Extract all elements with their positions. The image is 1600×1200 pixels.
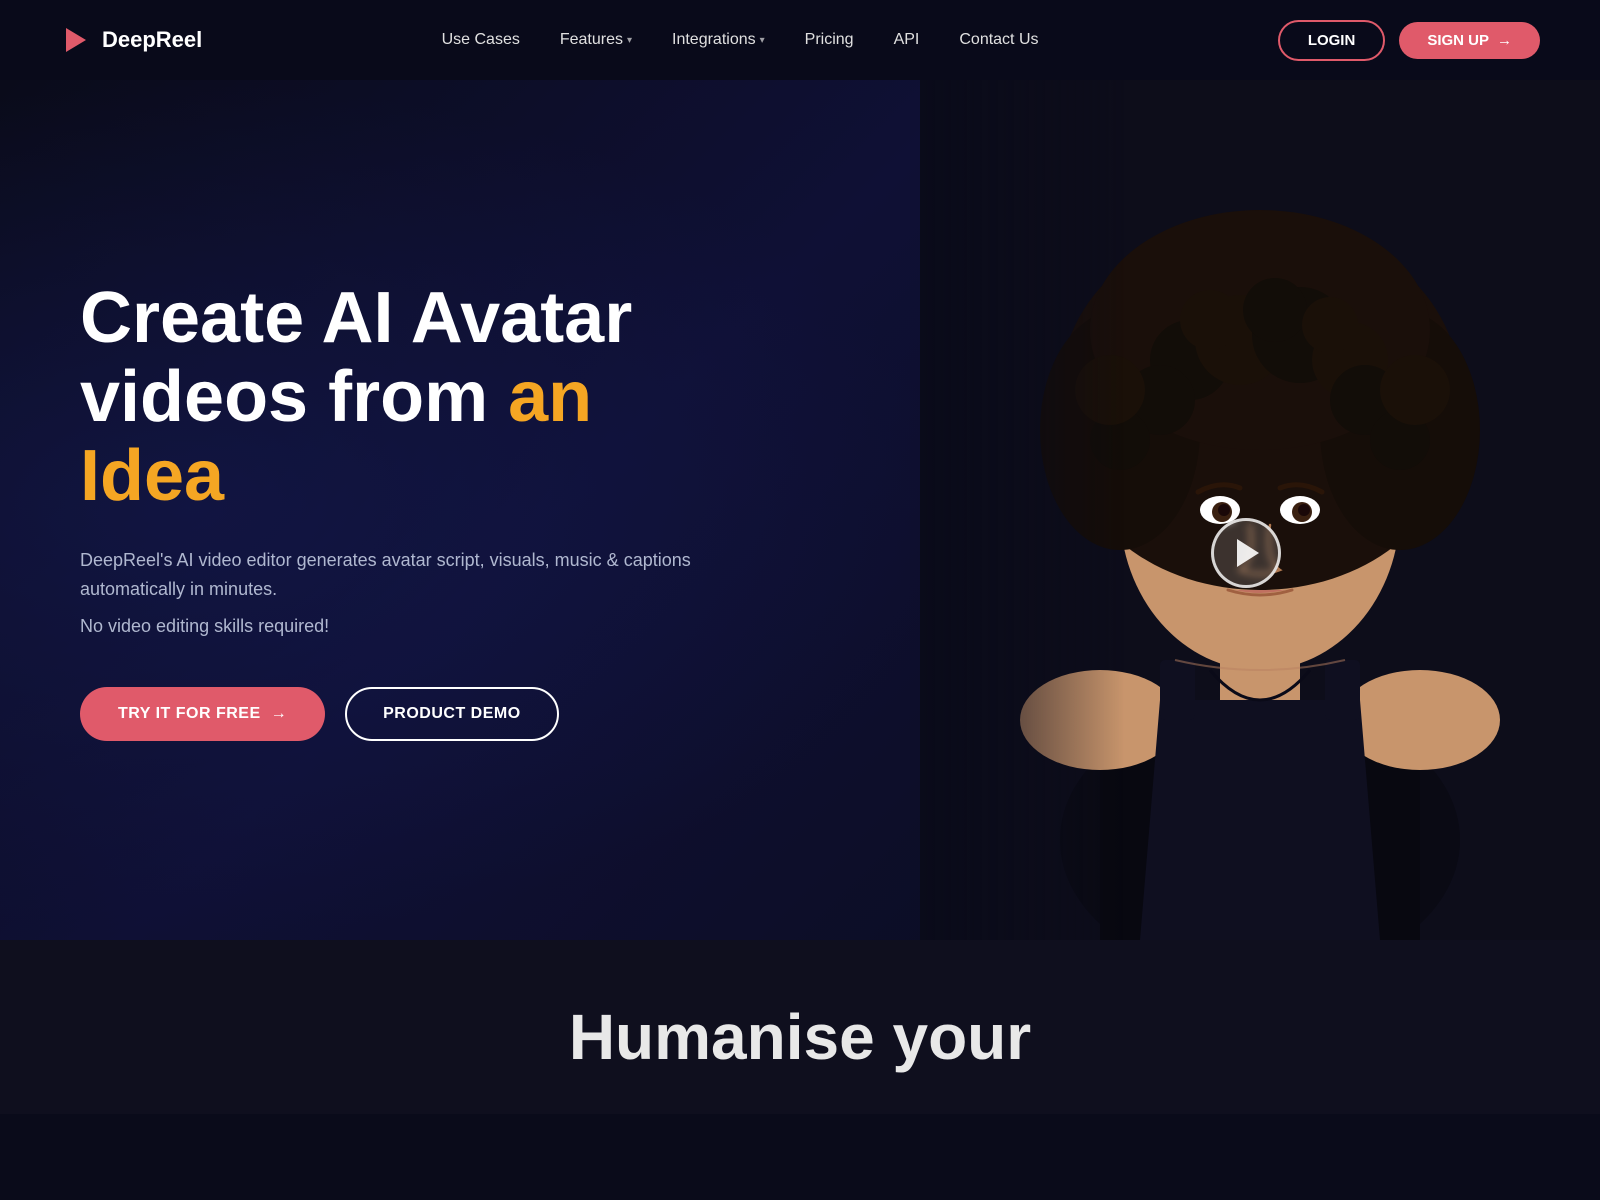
signup-arrow-icon: → <box>1497 32 1512 49</box>
hero-content: Create AI Avatar videos from an Idea Dee… <box>80 279 740 741</box>
hero-description: DeepReel's AI video editor generates ava… <box>80 546 740 604</box>
features-chevron-icon: ▾ <box>627 35 632 46</box>
logo[interactable]: DeepReel <box>60 24 202 56</box>
nav-item-pricing[interactable]: Pricing <box>805 31 854 49</box>
hero-subtext: No video editing skills required! <box>80 616 740 637</box>
try-free-button[interactable]: TRY IT FOR FREE → <box>80 687 325 741</box>
nav-actions: LOGIN SIGN UP → <box>1278 20 1540 61</box>
nav-item-integrations[interactable]: Integrations ▾ <box>672 31 765 49</box>
login-button[interactable]: LOGIN <box>1278 20 1386 61</box>
bottom-section: Humanise your <box>0 940 1600 1114</box>
brand-name: DeepReel <box>102 27 202 53</box>
play-button[interactable] <box>1211 518 1281 588</box>
hero-avatar-image <box>920 80 1600 940</box>
play-icon <box>1237 539 1259 567</box>
nav-item-features[interactable]: Features ▾ <box>560 31 632 49</box>
integrations-chevron-icon: ▾ <box>760 35 765 46</box>
product-demo-button[interactable]: PRODUCT DEMO <box>345 687 559 741</box>
nav-item-api[interactable]: API <box>894 31 920 49</box>
signup-button[interactable]: SIGN UP → <box>1399 22 1540 59</box>
nav-links: Use Cases Features ▾ Integrations ▾ Pric… <box>442 31 1039 49</box>
hero-image-area <box>920 80 1600 940</box>
nav-item-contact[interactable]: Contact Us <box>959 31 1038 49</box>
hero-buttons: TRY IT FOR FREE → PRODUCT DEMO <box>80 687 740 741</box>
hero-section: Create AI Avatar videos from an Idea Dee… <box>0 80 1600 940</box>
hero-title: Create AI Avatar videos from an Idea <box>80 279 740 517</box>
try-arrow-icon: → <box>271 705 288 723</box>
bottom-heading: Humanise your <box>80 1000 1520 1074</box>
nav-item-usecases[interactable]: Use Cases <box>442 31 520 49</box>
logo-icon <box>60 24 92 56</box>
navbar: DeepReel Use Cases Features ▾ Integratio… <box>0 0 1600 80</box>
